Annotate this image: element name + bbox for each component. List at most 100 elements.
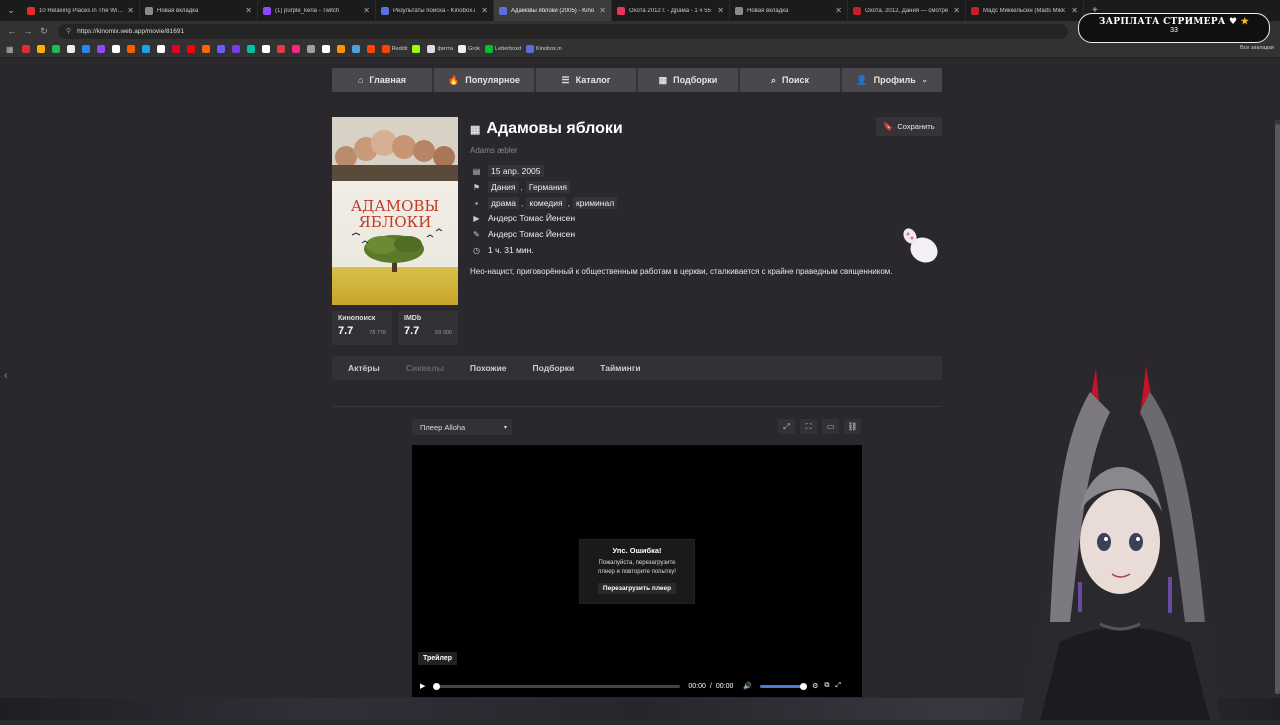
bookmark-item[interactable] (96, 45, 107, 53)
fullscreen-icon[interactable]: ⛶ (800, 419, 817, 434)
content-tab[interactable]: Похожие (470, 363, 507, 373)
trailer-button[interactable]: Трейлер (418, 652, 458, 665)
bookmark-item[interactable]: Grok (458, 45, 480, 53)
bookmark-item[interactable] (201, 45, 212, 53)
close-tab-icon[interactable]: ✕ (953, 6, 960, 15)
bookmark-item[interactable]: фитта (427, 45, 453, 53)
all-bookmarks[interactable]: Все закладки (1240, 45, 1274, 51)
tab-title: Результаты поиска - Kinobox.i (393, 7, 476, 14)
nav-item[interactable]: 🔥 Популярное (434, 68, 534, 92)
browser-tab[interactable]: Новая вкладка ✕ (140, 0, 258, 21)
url-field[interactable]: ⚲ https://kinomix.web.app/movie/81691 (58, 23, 1068, 39)
close-tab-icon[interactable]: ✕ (245, 6, 252, 15)
bookmark-item[interactable] (216, 45, 227, 53)
close-tab-icon[interactable]: ✕ (835, 6, 842, 15)
scrollbar[interactable] (1275, 120, 1280, 694)
bookmark-item[interactable]: Kinobox.in (526, 45, 562, 53)
writer-name[interactable]: Андерс Томас Йенсен (488, 229, 575, 239)
pip-icon[interactable]: ⧉ (824, 682, 829, 690)
browser-tab[interactable]: Охота 2012 г. - Драма - 1 ч 55 ✕ (612, 0, 730, 21)
bookmark-item[interactable] (231, 45, 242, 53)
writer-row: ✎ Андерс Томас Йенсен (470, 229, 575, 239)
tab-search-chevron-icon[interactable]: ⌄ (0, 0, 22, 21)
browser-tab[interactable]: Охота, 2012, Дания — смотре ✕ (848, 0, 966, 21)
expand-icon[interactable]: ⤢ (778, 419, 795, 434)
genres-grid-icon: ▪ (475, 198, 478, 208)
bookmark-item[interactable] (156, 45, 167, 53)
bookmark-item[interactable] (336, 45, 347, 53)
browser-tab[interactable]: Адамовы яблоки (2005) - Kino ✕ (494, 0, 612, 21)
bookmark-item[interactable] (126, 45, 137, 53)
genre-chip[interactable]: криминал (573, 197, 618, 209)
link-icon[interactable]: ⛓ (844, 419, 861, 434)
bookmark-item[interactable] (81, 45, 92, 53)
settings-icon[interactable]: ⚙ (812, 682, 818, 690)
content-tab[interactable]: Тайминги (600, 363, 640, 373)
close-tab-icon[interactable]: ✕ (599, 6, 606, 15)
back-icon[interactable]: ← (4, 26, 20, 36)
bookmark-item[interactable] (366, 45, 377, 53)
nav-item[interactable]: ⌂ Главная (332, 68, 432, 92)
scrollbar-thumb[interactable] (1275, 124, 1280, 694)
browser-tab[interactable]: Мадс Миккельсен (Mads Mikk ✕ (966, 0, 1084, 21)
bookmark-item[interactable]: Reddit (381, 45, 407, 53)
nav-item[interactable]: ▦ Подборки (638, 68, 738, 92)
country-chip[interactable]: Дания (488, 181, 519, 193)
progress-bar[interactable] (433, 682, 681, 690)
close-tab-icon[interactable]: ✕ (127, 6, 134, 15)
bookmark-item[interactable] (351, 45, 362, 53)
close-tab-icon[interactable]: ✕ (363, 6, 370, 15)
apps-icon[interactable]: ▦ (6, 45, 14, 54)
genre-chip[interactable]: комедия (526, 197, 566, 209)
nav-item[interactable]: 👤 Профиль ⌄ (842, 68, 942, 92)
bookmark-item[interactable] (21, 45, 32, 53)
progress-knob[interactable] (433, 682, 441, 690)
nav-item[interactable]: ⌕ Поиск (740, 68, 840, 92)
browser-tab[interactable]: 10 Relaxing Places in The Witch ✕ (22, 0, 140, 21)
bookmark-item[interactable] (321, 45, 332, 53)
bookmark-item[interactable] (141, 45, 152, 53)
browser-tab[interactable]: (1) purple_keria - Twitch ✕ (258, 0, 376, 21)
video-player[interactable]: Упс. Ошибка! Пожалуйста, перезагрузите п… (412, 445, 862, 697)
volume-slider[interactable] (760, 682, 808, 690)
url-text: https://kinomix.web.app/movie/81691 (77, 27, 185, 35)
bookmark-item[interactable]: Letterboxd (485, 45, 521, 53)
comment-icon[interactable]: ▭ (822, 419, 839, 434)
content-tab[interactable]: Подборки (533, 363, 575, 373)
browser-tab[interactable]: Новая вкладка ✕ (730, 0, 848, 21)
director-name[interactable]: Андерс Томас Йенсен (488, 213, 575, 223)
bookmark-item[interactable] (66, 45, 77, 53)
reload-player-button[interactable]: Перезагрузить плеер (597, 583, 677, 594)
browser-tab[interactable]: Результаты поиска - Kinobox.i ✕ (376, 0, 494, 21)
bookmark-item[interactable] (306, 45, 317, 53)
close-tab-icon[interactable]: ✕ (481, 6, 488, 15)
bookmark-item[interactable] (111, 45, 122, 53)
bookmark-item[interactable] (171, 45, 182, 53)
reload-icon[interactable]: ↻ (36, 26, 52, 37)
play-icon[interactable]: ▶ (420, 682, 425, 690)
bookmark-favicon-icon (336, 45, 345, 53)
chevron-left-icon[interactable]: ‹ (4, 370, 8, 382)
fullscreen-icon[interactable]: ⤢ (835, 682, 841, 690)
bookmark-item[interactable] (51, 45, 62, 53)
volume-icon[interactable]: 🔊 (743, 682, 752, 690)
save-button[interactable]: 🔖 Сохранить (876, 117, 942, 136)
bookmark-item[interactable] (36, 45, 47, 53)
player-select[interactable]: Плеер Alloha ▾ (412, 419, 512, 435)
volume-knob[interactable] (800, 682, 808, 690)
bookmark-item[interactable] (186, 45, 197, 53)
forward-icon[interactable]: → (20, 26, 36, 36)
close-tab-icon[interactable]: ✕ (1071, 6, 1078, 15)
bookmark-item[interactable] (261, 45, 272, 53)
content-tab[interactable]: Актёры (348, 363, 380, 373)
genre-chip[interactable]: драма (488, 197, 519, 209)
bookmark-item[interactable] (412, 45, 422, 53)
bookmark-item[interactable] (276, 45, 287, 53)
bookmark-item[interactable] (246, 45, 257, 53)
nav-item[interactable]: ☰ Каталог (536, 68, 636, 92)
close-tab-icon[interactable]: ✕ (717, 6, 724, 15)
site-info-icon[interactable]: ⚲ (66, 27, 71, 35)
bookmark-item[interactable] (291, 45, 302, 53)
country-chip[interactable]: Германия (525, 181, 571, 193)
tab-title: (1) purple_keria - Twitch (275, 7, 340, 14)
